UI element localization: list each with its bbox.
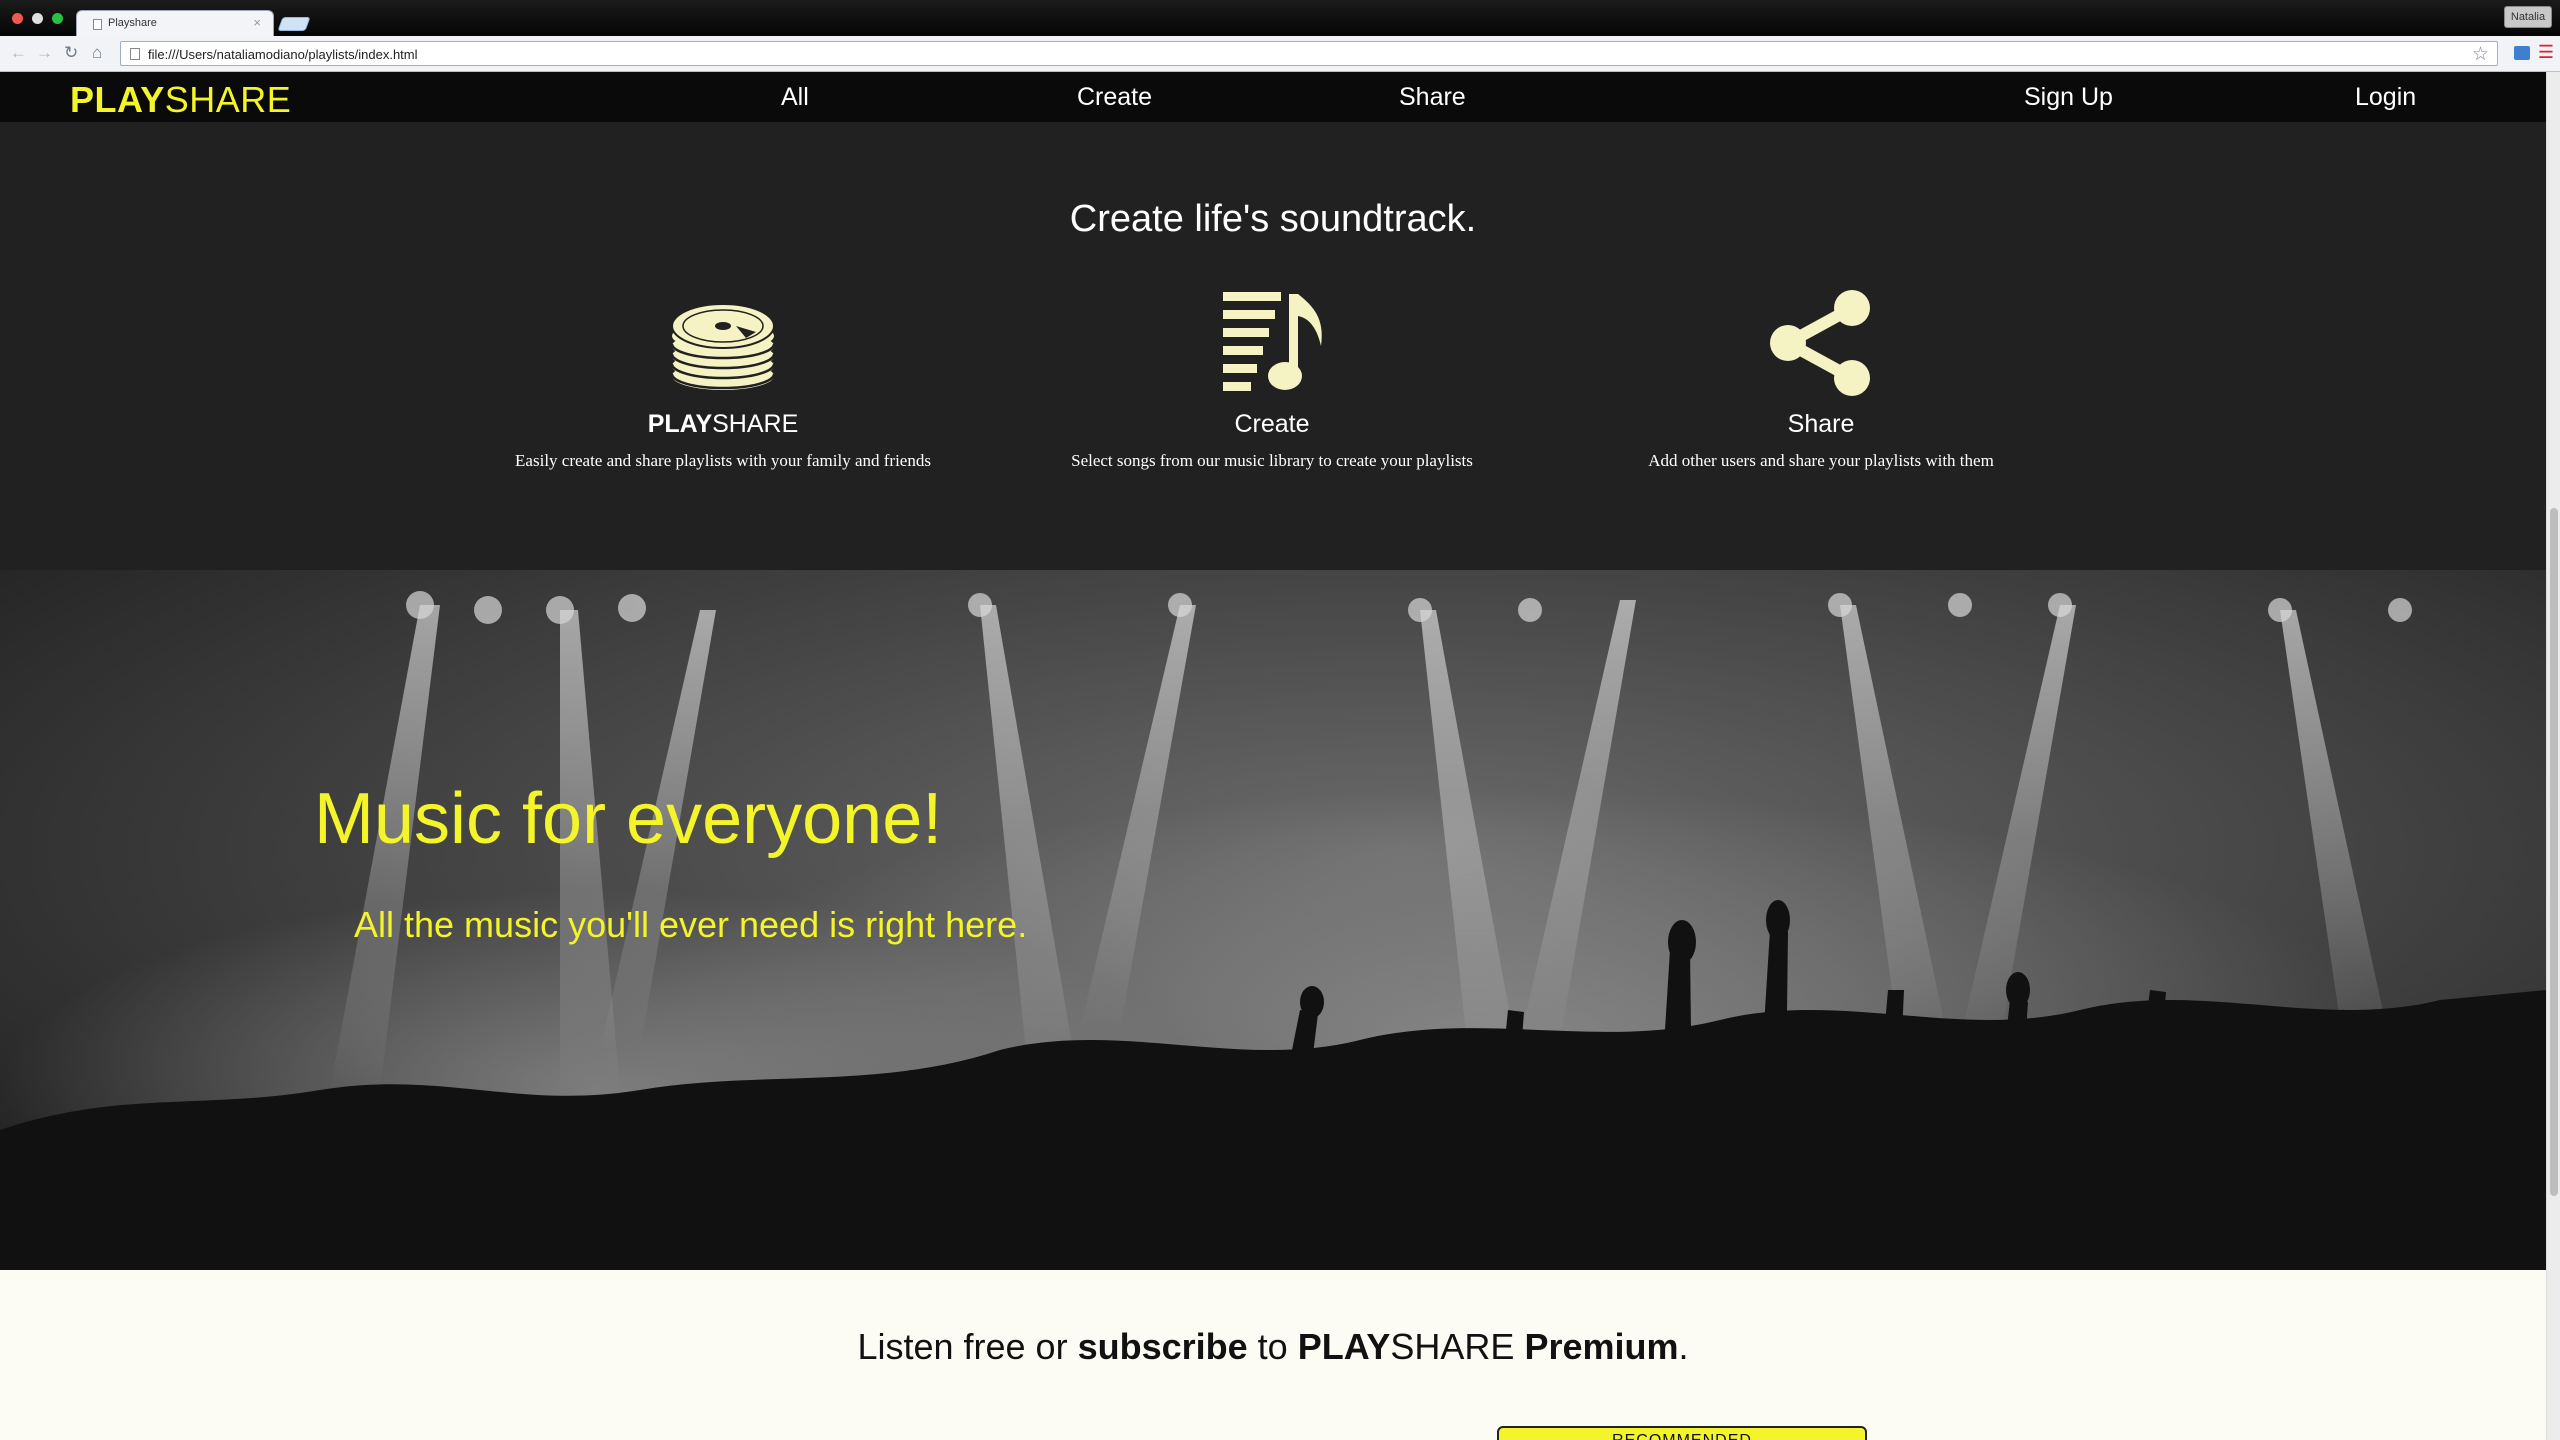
feature-title: Create <box>1234 410 1310 438</box>
new-tab-button[interactable] <box>277 17 311 31</box>
browser-tab[interactable]: Playshare × <box>76 10 274 36</box>
features-tagline: Create life's soundtrack. <box>1069 198 1477 240</box>
minimize-window-button[interactable] <box>32 13 43 24</box>
nav-link-sign-up[interactable]: Sign Up <box>2024 83 2113 112</box>
feature-description: Easily create and share playlists with y… <box>515 451 931 470</box>
nav-link-login[interactable]: Login <box>2355 83 2416 112</box>
pricing-heading-text: to <box>1247 1326 1298 1367</box>
page-viewport: PLAYSHARE All Create Share Sign Up Login… <box>0 72 2546 1440</box>
menu-icon[interactable]: ☰ <box>2538 42 2554 63</box>
recommended-badge: RECOMMENDED <box>1497 1426 1867 1440</box>
pricing-heading-text: Listen free or <box>857 1326 1078 1367</box>
browser-tab-bar: Playshare × Natalia <box>0 0 2560 36</box>
hero-section: Music for everyone! All the music you'll… <box>0 570 2546 1270</box>
feature-description: Add other users and share your playlists… <box>1648 451 1994 470</box>
hero-subtitle: All the music you'll ever need is right … <box>354 904 1028 945</box>
music-list-icon <box>1223 292 1322 391</box>
pricing-heading-subscribe: subscribe <box>1077 1326 1248 1367</box>
pricing-heading-period: . <box>1678 1326 1689 1367</box>
feature-title-light: SHARE <box>712 410 799 438</box>
extension-icon[interactable] <box>2514 46 2530 60</box>
feature-title: Share <box>1787 410 1855 438</box>
page-icon <box>130 48 140 60</box>
feature-title: PLAYSHARE <box>463 410 983 439</box>
pricing-heading: Listen free or subscribe to PLAYSHARE Pr… <box>0 1326 2546 1368</box>
pricing-heading-brand-light: SHARE <box>1390 1326 1515 1367</box>
pricing-section: Listen free or subscribe to PLAYSHARE Pr… <box>0 1270 2546 1440</box>
feature-share: Share Add other users and share your pla… <box>1561 288 2081 471</box>
profile-button[interactable]: Natalia <box>2504 6 2552 28</box>
feature-playshare: PLAYSHARE Easily create and share playli… <box>463 288 983 471</box>
site-logo[interactable]: PLAYSHARE <box>70 79 291 121</box>
features-section: Create life's soundtrack. PLAYSHARE Easi… <box>0 122 2546 570</box>
scrollbar-thumb[interactable] <box>2550 508 2558 1196</box>
site-nav: PLAYSHARE All Create Share Sign Up Login <box>0 72 2546 122</box>
nav-link-all[interactable]: All <box>781 83 809 112</box>
logo-light: SHARE <box>164 79 292 120</box>
feature-description: Select songs from our music library to c… <box>1071 451 1473 470</box>
pricing-heading-brand-bold: PLAY <box>1297 1326 1391 1367</box>
bookmark-star-icon[interactable]: ☆ <box>2472 43 2489 66</box>
nav-link-share[interactable]: Share <box>1399 83 1466 112</box>
tab-close-icon[interactable]: × <box>253 15 261 30</box>
maximize-window-button[interactable] <box>52 13 63 24</box>
feature-title-bold: PLAY <box>647 410 713 438</box>
vertical-scrollbar[interactable] <box>2546 72 2560 1440</box>
share-icon <box>1770 290 1870 396</box>
back-arrow-icon[interactable]: ← <box>10 43 27 63</box>
hero-title: Music for everyone! <box>314 779 943 859</box>
feature-create: Create Select songs from our music libra… <box>1012 288 1532 471</box>
browser-toolbar: ← → ↻ ⌂ file:///Users/nataliamodiano/pla… <box>0 36 2560 72</box>
pricing-heading-premium: Premium <box>1524 1326 1679 1367</box>
address-bar[interactable]: file:///Users/nataliamodiano/playlists/i… <box>120 41 2498 66</box>
disc-stack-icon <box>670 303 776 390</box>
page-icon <box>93 19 102 30</box>
nav-link-create[interactable]: Create <box>1077 83 1152 112</box>
tab-title: Playshare <box>108 17 157 29</box>
forward-arrow-icon[interactable]: → <box>36 43 53 63</box>
url-text[interactable]: file:///Users/nataliamodiano/playlists/i… <box>148 47 418 62</box>
home-icon[interactable]: ⌂ <box>92 43 102 63</box>
pricing-heading-space <box>1514 1326 1524 1367</box>
close-window-button[interactable] <box>12 13 23 24</box>
reload-icon[interactable]: ↻ <box>64 43 78 63</box>
logo-bold: PLAY <box>70 79 165 120</box>
